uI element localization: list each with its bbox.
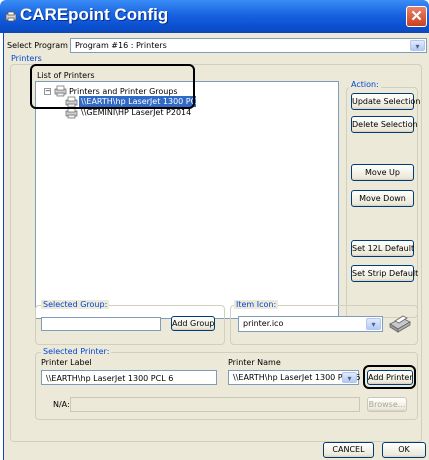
chevron-down-icon[interactable]: ▾ xyxy=(366,318,381,330)
close-button[interactable]: ✕ xyxy=(406,6,427,27)
selected-group-input[interactable] xyxy=(41,317,161,331)
browse-button: Browse... xyxy=(367,397,407,412)
cancel-button[interactable]: CANCEL xyxy=(323,442,374,458)
program-select[interactable]: Program #16 : Printers ▾ xyxy=(70,38,427,53)
chevron-down-icon[interactable]: ▾ xyxy=(342,372,357,383)
printer-label-caption: Printer Label xyxy=(41,358,92,367)
printer-name-caption: Printer Name xyxy=(228,358,281,367)
ok-button[interactable]: OK xyxy=(382,442,426,458)
move-down-button[interactable]: Move Down xyxy=(351,190,414,207)
printer-label-value: \\EARTH\hp LaserJet 1300 PCL 6 xyxy=(46,374,174,383)
selected-printer-label: Selected Printer: xyxy=(41,347,112,356)
selected-group-label: Selected Group: xyxy=(41,300,110,309)
update-selection-button[interactable]: Update Selection xyxy=(351,93,420,110)
printer-name-select[interactable]: \\EARTH\hp LaserJet 1300 PCL 6 ▾ xyxy=(228,370,360,385)
list-highlight-ring xyxy=(30,64,195,109)
printers-section-label: Printers xyxy=(11,54,42,63)
select-program-label: Select Program : xyxy=(7,41,74,50)
dialog-body: Select Program : Program #16 : Printers … xyxy=(3,33,429,460)
delete-selection-button[interactable]: Delete Selection xyxy=(351,116,418,133)
set-strip-default-button[interactable]: Set Strip Default xyxy=(351,265,418,282)
set-12l-default-button[interactable]: Set 12L Default xyxy=(351,240,414,257)
item-icon-value: printer.ico xyxy=(243,319,284,328)
item-icon-select[interactable]: printer.ico ▾ xyxy=(238,316,383,332)
add-printer-highlight-ring xyxy=(363,365,416,389)
move-up-button[interactable]: Move Up xyxy=(351,164,414,181)
close-icon: ✕ xyxy=(410,8,423,25)
program-select-value: Program #16 : Printers xyxy=(75,41,167,50)
tree-item-label[interactable]: \\GEMINI\HP LaserJet P2014 xyxy=(81,108,191,117)
add-group-button[interactable]: Add Group xyxy=(171,316,215,331)
window-title: CAREpoint Config xyxy=(20,5,169,24)
title-bar[interactable]: CAREpoint Config ✕ xyxy=(0,0,429,33)
printer-large-icon xyxy=(389,315,411,333)
printer-tree[interactable]: − Printers and Printer Groups \\EARTH\hp… xyxy=(35,81,339,319)
action-label: Action: xyxy=(349,80,381,89)
item-icon-label: Item Icon: xyxy=(234,300,279,309)
na-input xyxy=(70,397,360,412)
app-icon xyxy=(5,11,17,22)
na-label: N/A: xyxy=(53,400,70,409)
printer-label-input[interactable]: \\EARTH\hp LaserJet 1300 PCL 6 xyxy=(41,370,217,385)
chevron-down-icon[interactable]: ▾ xyxy=(410,40,425,51)
config-window: CAREpoint Config ✕ Select Program : Prog… xyxy=(0,0,429,460)
